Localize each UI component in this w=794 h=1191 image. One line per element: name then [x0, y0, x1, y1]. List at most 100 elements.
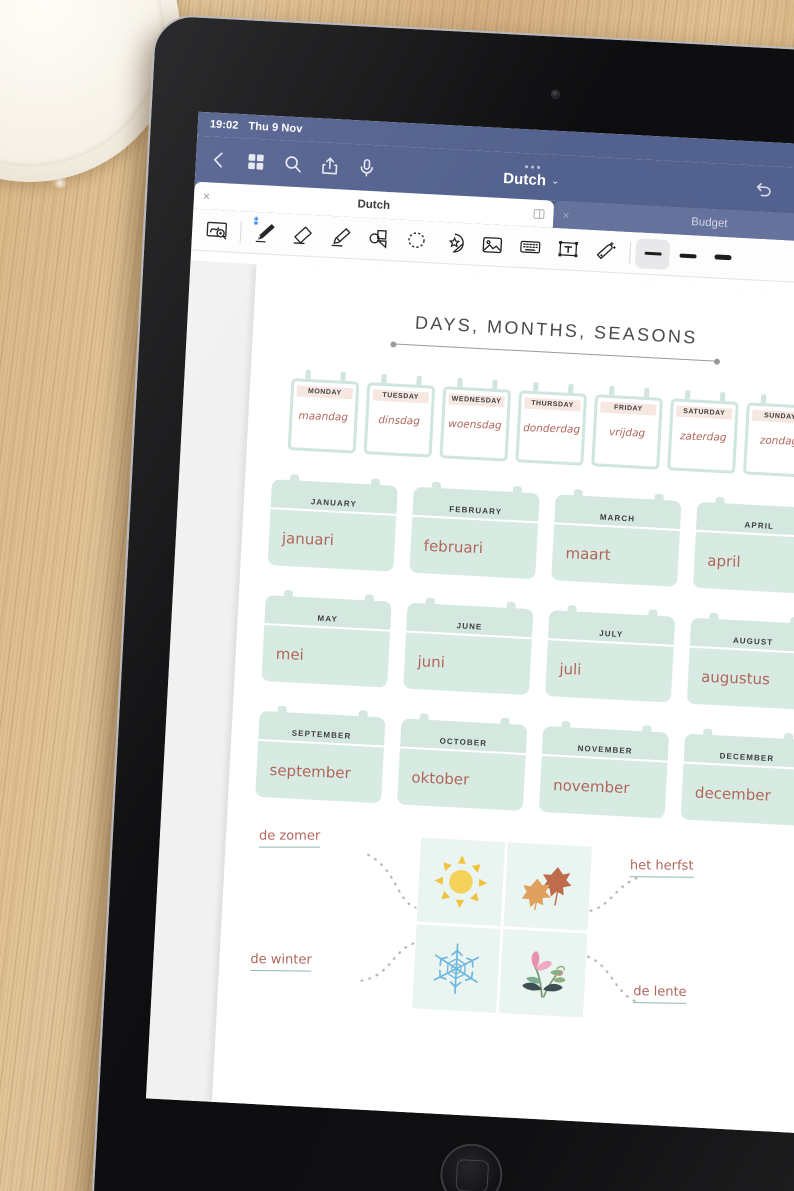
month-card[interactable]: FEBRUARY februari	[409, 481, 540, 580]
day-card[interactable]: MONDAY maandag	[287, 369, 360, 454]
nav-right-group	[754, 178, 794, 203]
grid-icon[interactable]	[245, 151, 266, 172]
home-button[interactable]	[438, 1142, 504, 1191]
month-english: OCTOBER	[439, 736, 488, 748]
day-card[interactable]: SATURDAY zaterdag	[667, 389, 739, 474]
wood-knot	[52, 178, 68, 188]
document-title-button[interactable]: Dutch ⌄	[503, 170, 560, 190]
month-english: MAY	[317, 613, 339, 624]
notebook-page[interactable]: DAYS, MONTHS, SEASONS MONDAY maandag TUE…	[211, 264, 794, 1135]
month-body: september	[255, 740, 384, 804]
months-row-3: SEPTEMBER september OCTOBER oktober NOVE…	[246, 705, 794, 827]
day-body: WEDNESDAY woensdag	[439, 386, 512, 462]
day-dutch: zondag	[759, 434, 794, 448]
months-row-2: MAY mei JUNE juni JULY juli AUGUST augus…	[252, 589, 794, 711]
page-title-block: DAYS, MONTHS, SEASONS	[355, 309, 756, 367]
month-card[interactable]: MAY mei	[261, 589, 392, 688]
month-card[interactable]: MARCH maart	[551, 489, 682, 587]
month-english: DECEMBER	[719, 751, 775, 764]
month-english: JANUARY	[310, 497, 358, 509]
month-dutch: november	[552, 776, 630, 798]
month-body: mei	[261, 624, 391, 688]
day-english: TUESDAY	[372, 389, 429, 404]
lasso-icon[interactable]	[397, 222, 436, 260]
month-body: februari	[409, 516, 539, 580]
month-card[interactable]: SEPTEMBER september	[255, 705, 386, 804]
day-body: TUESDAY dinsdag	[363, 382, 436, 458]
month-head: NOVEMBER	[541, 720, 670, 761]
thickness-medium[interactable]	[670, 240, 706, 272]
season-tile-autumn[interactable]	[503, 842, 592, 931]
month-card[interactable]: AUGUST augustus	[686, 612, 794, 711]
month-card[interactable]: DECEMBER december	[680, 728, 794, 827]
drag-handle-dots[interactable]	[524, 164, 540, 169]
season-label-winter: de winter	[250, 951, 312, 972]
sticker-icon[interactable]	[435, 224, 474, 262]
share-icon[interactable]	[319, 155, 340, 176]
tab-close-icon[interactable]: ×	[562, 208, 570, 222]
highlighter-icon[interactable]	[321, 218, 360, 256]
day-dutch: vrijdag	[608, 426, 646, 440]
day-card[interactable]: WEDNESDAY woensdag	[439, 377, 512, 462]
shapes-icon[interactable]	[359, 220, 398, 258]
back-icon[interactable]	[208, 149, 229, 170]
snowflake-icon	[433, 943, 479, 994]
month-card[interactable]: OCTOBER oktober	[396, 713, 528, 811]
search-icon[interactable]	[282, 153, 303, 174]
front-camera	[551, 90, 560, 98]
microphone-icon[interactable]	[356, 157, 377, 178]
day-english: THURSDAY	[524, 397, 581, 412]
flower-icon	[522, 951, 566, 998]
month-english: SEPTEMBER	[291, 728, 352, 741]
month-head: JULY	[548, 605, 676, 645]
keyboard-icon[interactable]	[511, 228, 550, 266]
month-head: OCTOBER	[400, 713, 528, 754]
season-label-autumn: het herfst	[629, 858, 694, 878]
canvas-area[interactable]: DAYS, MONTHS, SEASONS MONDAY maandag TUE…	[145, 260, 794, 1135]
day-english: WEDNESDAY	[448, 393, 505, 408]
pen-icon[interactable]: ⁑	[245, 214, 284, 252]
day-dutch: zaterdag	[679, 430, 727, 444]
day-body: SATURDAY zaterdag	[667, 398, 739, 474]
day-body: SUNDAY zondag	[743, 402, 794, 478]
month-body: juli	[544, 640, 674, 703]
season-image-grid	[412, 837, 592, 1018]
eraser-icon[interactable]	[283, 216, 322, 254]
month-dutch: juli	[559, 659, 582, 679]
tab-close-icon[interactable]: ×	[203, 189, 211, 203]
month-card[interactable]: JULY juli	[544, 605, 676, 703]
tablet-device: 19:02 Thu 9 Nov Dutch ⌄ × Dutch × Budget…	[90, 13, 794, 1191]
season-tile-summer[interactable]	[416, 837, 506, 926]
magic-wand-icon[interactable]	[587, 232, 626, 270]
image-icon[interactable]	[473, 226, 512, 264]
chevron-down-icon: ⌄	[550, 175, 560, 187]
day-card[interactable]: TUESDAY dinsdag	[363, 373, 436, 458]
day-card[interactable]: THURSDAY donderdag	[515, 381, 588, 466]
month-body: maart	[551, 524, 680, 587]
thickness-thin[interactable]	[634, 237, 671, 270]
season-tile-spring[interactable]	[498, 929, 588, 1018]
months-row-1: JANUARY januari FEBRUARY februari MARCH …	[259, 474, 794, 595]
month-english: NOVEMBER	[577, 743, 633, 756]
month-card[interactable]: APRIL april	[692, 496, 794, 595]
month-body: juni	[403, 632, 532, 696]
document-title: Dutch	[502, 169, 547, 189]
day-card[interactable]: FRIDAY vrijdag	[591, 385, 663, 470]
month-dutch: maart	[565, 544, 611, 564]
month-card[interactable]: NOVEMBER november	[538, 720, 670, 819]
month-english: JULY	[599, 628, 624, 640]
season-label-spring: de lente	[633, 984, 687, 1004]
month-card[interactable]: JUNE juni	[403, 597, 534, 696]
day-card[interactable]: SUNDAY zondag	[743, 393, 794, 478]
month-body: april	[692, 531, 794, 595]
lasso-zoom-icon[interactable]	[197, 211, 236, 249]
undo-icon[interactable]	[754, 178, 775, 199]
month-card[interactable]: JANUARY januari	[267, 474, 398, 572]
month-dutch: september	[269, 761, 352, 783]
split-view-icon[interactable]	[532, 207, 546, 221]
month-body: januari	[267, 509, 397, 572]
season-tile-winter[interactable]	[412, 924, 501, 1013]
month-dutch: april	[707, 551, 741, 571]
thickness-thick[interactable]	[705, 241, 741, 273]
text-box-icon[interactable]	[549, 230, 588, 268]
